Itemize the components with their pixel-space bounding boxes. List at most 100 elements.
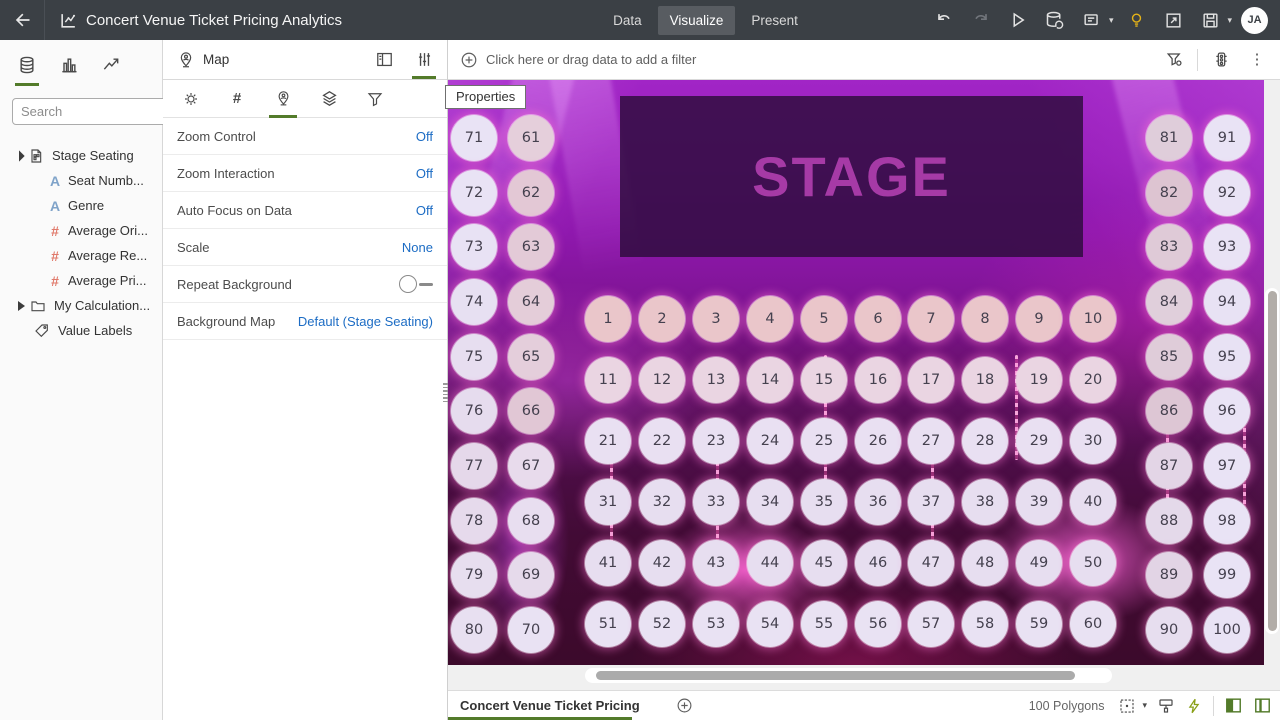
seat-18[interactable]: 18 xyxy=(962,357,1008,403)
seat-75[interactable]: 75 xyxy=(451,334,497,380)
seat-57[interactable]: 57 xyxy=(908,601,954,647)
seat-82[interactable]: 82 xyxy=(1146,170,1192,216)
seat-100[interactable]: 100 xyxy=(1204,607,1250,653)
seat-71[interactable]: 71 xyxy=(451,115,497,161)
tab-present[interactable]: Present xyxy=(739,6,810,35)
property-value[interactable]: Off xyxy=(416,203,433,218)
property-value[interactable]: Off xyxy=(416,166,433,181)
seat-3[interactable]: 3 xyxy=(693,296,739,342)
seat-88[interactable]: 88 xyxy=(1146,498,1192,544)
seat-40[interactable]: 40 xyxy=(1070,479,1116,525)
seat-2[interactable]: 2 xyxy=(639,296,685,342)
seat-43[interactable]: 43 xyxy=(693,540,739,586)
save-button[interactable] xyxy=(1196,6,1224,34)
seat-51[interactable]: 51 xyxy=(585,601,631,647)
seat-90[interactable]: 90 xyxy=(1146,607,1192,653)
panel-resize-grip[interactable] xyxy=(442,383,448,409)
seat-70[interactable]: 70 xyxy=(508,607,554,653)
seat-52[interactable]: 52 xyxy=(639,601,685,647)
seat-48[interactable]: 48 xyxy=(962,540,1008,586)
tab-analytics[interactable] xyxy=(96,52,126,78)
tree-field-average-price[interactable]: # Average Pri... xyxy=(0,268,162,293)
seat-81[interactable]: 81 xyxy=(1146,115,1192,161)
seat-7[interactable]: 7 xyxy=(908,296,954,342)
tab-visualizations[interactable] xyxy=(54,52,84,78)
seat-95[interactable]: 95 xyxy=(1204,334,1250,380)
seat-92[interactable]: 92 xyxy=(1204,170,1250,216)
add-canvas-button[interactable] xyxy=(676,697,693,714)
seat-20[interactable]: 20 xyxy=(1070,357,1116,403)
seat-35[interactable]: 35 xyxy=(801,479,847,525)
seat-12[interactable]: 12 xyxy=(639,357,685,403)
seat-74[interactable]: 74 xyxy=(451,279,497,325)
property-row-scale[interactable]: Scale None xyxy=(163,229,447,266)
seat-98[interactable]: 98 xyxy=(1204,498,1250,544)
seat-59[interactable]: 59 xyxy=(1016,601,1062,647)
seat-42[interactable]: 42 xyxy=(639,540,685,586)
seat-26[interactable]: 26 xyxy=(855,418,901,464)
seat-60[interactable]: 60 xyxy=(1070,601,1116,647)
seat-22[interactable]: 22 xyxy=(639,418,685,464)
seat-49[interactable]: 49 xyxy=(1016,540,1062,586)
tab-filters[interactable] xyxy=(363,87,387,111)
horizontal-scrollbar[interactable] xyxy=(585,668,1112,683)
property-row-repeat-background[interactable]: Repeat Background xyxy=(163,266,447,303)
seat-55[interactable]: 55 xyxy=(801,601,847,647)
tree-field-average-resale[interactable]: # Average Re... xyxy=(0,243,162,268)
seat-44[interactable]: 44 xyxy=(747,540,793,586)
seat-61[interactable]: 61 xyxy=(508,115,554,161)
seat-19[interactable]: 19 xyxy=(1016,357,1062,403)
seat-89[interactable]: 89 xyxy=(1146,552,1192,598)
refresh-data-button[interactable] xyxy=(1041,6,1069,34)
tree-field-seat-number[interactable]: A Seat Numb... xyxy=(0,168,162,193)
seat-56[interactable]: 56 xyxy=(855,601,901,647)
seat-58[interactable]: 58 xyxy=(962,601,1008,647)
seat-50[interactable]: 50 xyxy=(1070,540,1116,586)
tree-dataset-stage-seating[interactable]: Stage Seating xyxy=(0,143,162,168)
seat-10[interactable]: 10 xyxy=(1070,296,1116,342)
seat-54[interactable]: 54 xyxy=(747,601,793,647)
seat-4[interactable]: 4 xyxy=(747,296,793,342)
seat-96[interactable]: 96 xyxy=(1204,388,1250,434)
seat-53[interactable]: 53 xyxy=(693,601,739,647)
tree-field-genre[interactable]: A Genre xyxy=(0,193,162,218)
seat-69[interactable]: 69 xyxy=(508,552,554,598)
seat-6[interactable]: 6 xyxy=(855,296,901,342)
seat-84[interactable]: 84 xyxy=(1146,279,1192,325)
back-button[interactable] xyxy=(0,0,44,40)
seat-99[interactable]: 99 xyxy=(1204,552,1250,598)
tab-data-elements[interactable] xyxy=(12,52,42,86)
seat-23[interactable]: 23 xyxy=(693,418,739,464)
present-play-button[interactable] xyxy=(1004,6,1032,34)
toggle-right-panel-button[interactable] xyxy=(1253,696,1272,715)
seat-45[interactable]: 45 xyxy=(801,540,847,586)
seat-87[interactable]: 87 xyxy=(1146,443,1192,489)
repeat-background-toggle[interactable] xyxy=(399,275,433,293)
seat-86[interactable]: 86 xyxy=(1146,388,1192,434)
seat-97[interactable]: 97 xyxy=(1204,443,1250,489)
seat-62[interactable]: 62 xyxy=(508,170,554,216)
seat-32[interactable]: 32 xyxy=(639,479,685,525)
property-row-zoom-control[interactable]: Zoom Control Off xyxy=(163,118,447,155)
vertical-scrollbar[interactable] xyxy=(1265,288,1279,634)
seat-38[interactable]: 38 xyxy=(962,479,1008,525)
filter-bar-prompt[interactable]: Click here or drag data to add a filter xyxy=(486,52,696,67)
seat-93[interactable]: 93 xyxy=(1204,224,1250,270)
seat-1[interactable]: 1 xyxy=(585,296,631,342)
seat-83[interactable]: 83 xyxy=(1146,224,1192,270)
seat-29[interactable]: 29 xyxy=(1016,418,1062,464)
seat-73[interactable]: 73 xyxy=(451,224,497,270)
seat-9[interactable]: 9 xyxy=(1016,296,1062,342)
seat-8[interactable]: 8 xyxy=(962,296,1008,342)
tab-general-gear[interactable] xyxy=(179,87,203,111)
seat-11[interactable]: 11 xyxy=(585,357,631,403)
tab-data[interactable]: Data xyxy=(601,6,654,35)
tab-values[interactable]: # xyxy=(225,87,249,111)
filter-bar[interactable]: Click here or drag data to add a filter … xyxy=(448,40,1280,80)
seat-63[interactable]: 63 xyxy=(508,224,554,270)
tab-visualize[interactable]: Visualize xyxy=(657,5,736,35)
seat-31[interactable]: 31 xyxy=(585,479,631,525)
avatar[interactable]: JA xyxy=(1241,6,1268,34)
seat-36[interactable]: 36 xyxy=(855,479,901,525)
seat-77[interactable]: 77 xyxy=(451,443,497,489)
